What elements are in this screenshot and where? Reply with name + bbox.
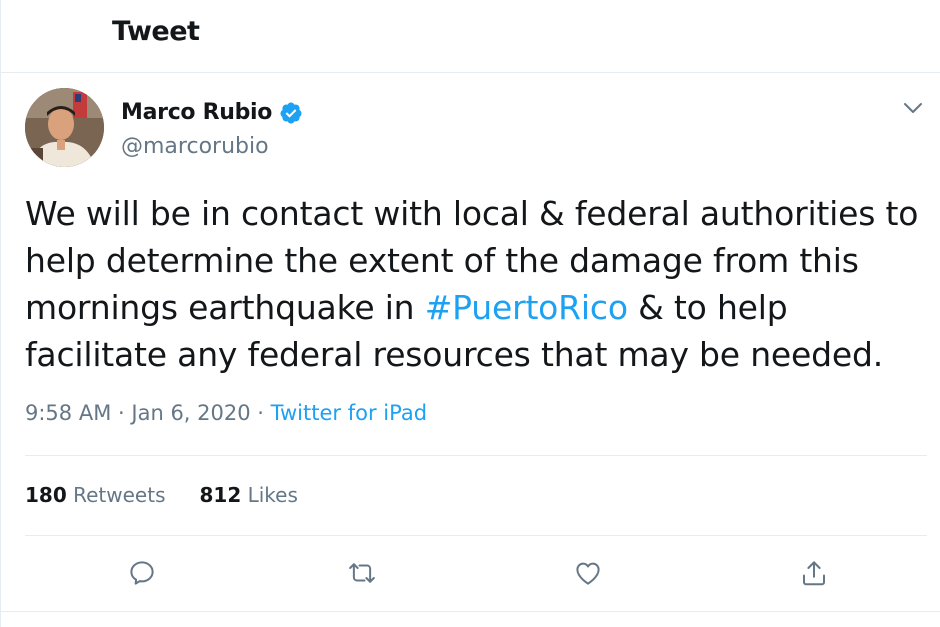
author-handle[interactable]: @marcorubio [121, 134, 269, 159]
page-title: Tweet [112, 16, 200, 47]
retweets-count: 180 [25, 483, 67, 507]
retweets-stat[interactable]: 180 Retweets [25, 483, 165, 507]
heart-icon [576, 562, 600, 585]
divider [0, 611, 940, 612]
verified-badge-icon [280, 102, 302, 123]
author-display-name[interactable]: Marco Rubio [121, 100, 272, 125]
tweet-actions-bar [0, 555, 940, 595]
reply-button[interactable] [124, 555, 160, 591]
divider [25, 455, 927, 456]
left-border [0, 0, 1, 627]
tweet-metadata: 9:58 AM · Jan 6, 2020 · Twitter for iPad [25, 401, 427, 425]
tweet-source[interactable]: Twitter for iPad [271, 401, 427, 425]
chevron-down-icon[interactable] [903, 101, 923, 115]
likes-count: 812 [199, 483, 242, 507]
likes-stat[interactable]: 812 Likes [199, 483, 297, 507]
divider [25, 535, 927, 536]
tweet-stats: 180 Retweets 812 Likes [25, 483, 332, 507]
tweet-date[interactable]: Jan 6, 2020 [131, 401, 250, 425]
reply-icon [130, 561, 154, 585]
meta-separator: · [257, 401, 264, 425]
header: Tweet [0, 0, 940, 73]
avatar[interactable] [25, 88, 104, 167]
tweet-time[interactable]: 9:58 AM [25, 401, 111, 425]
share-icon [803, 561, 825, 586]
retweets-label: Retweets [73, 483, 166, 507]
like-button[interactable] [570, 555, 606, 591]
hashtag-link[interactable]: #PuertoRico [425, 288, 628, 327]
retweet-icon [349, 563, 375, 583]
tweet-text: We will be in contact with local & feder… [25, 190, 930, 378]
author-name-row[interactable]: Marco Rubio [121, 100, 303, 125]
retweet-button[interactable] [344, 555, 380, 591]
share-button[interactable] [796, 555, 832, 591]
likes-label: Likes [247, 483, 298, 507]
avatar-image [25, 88, 104, 167]
meta-separator: · [118, 401, 125, 425]
